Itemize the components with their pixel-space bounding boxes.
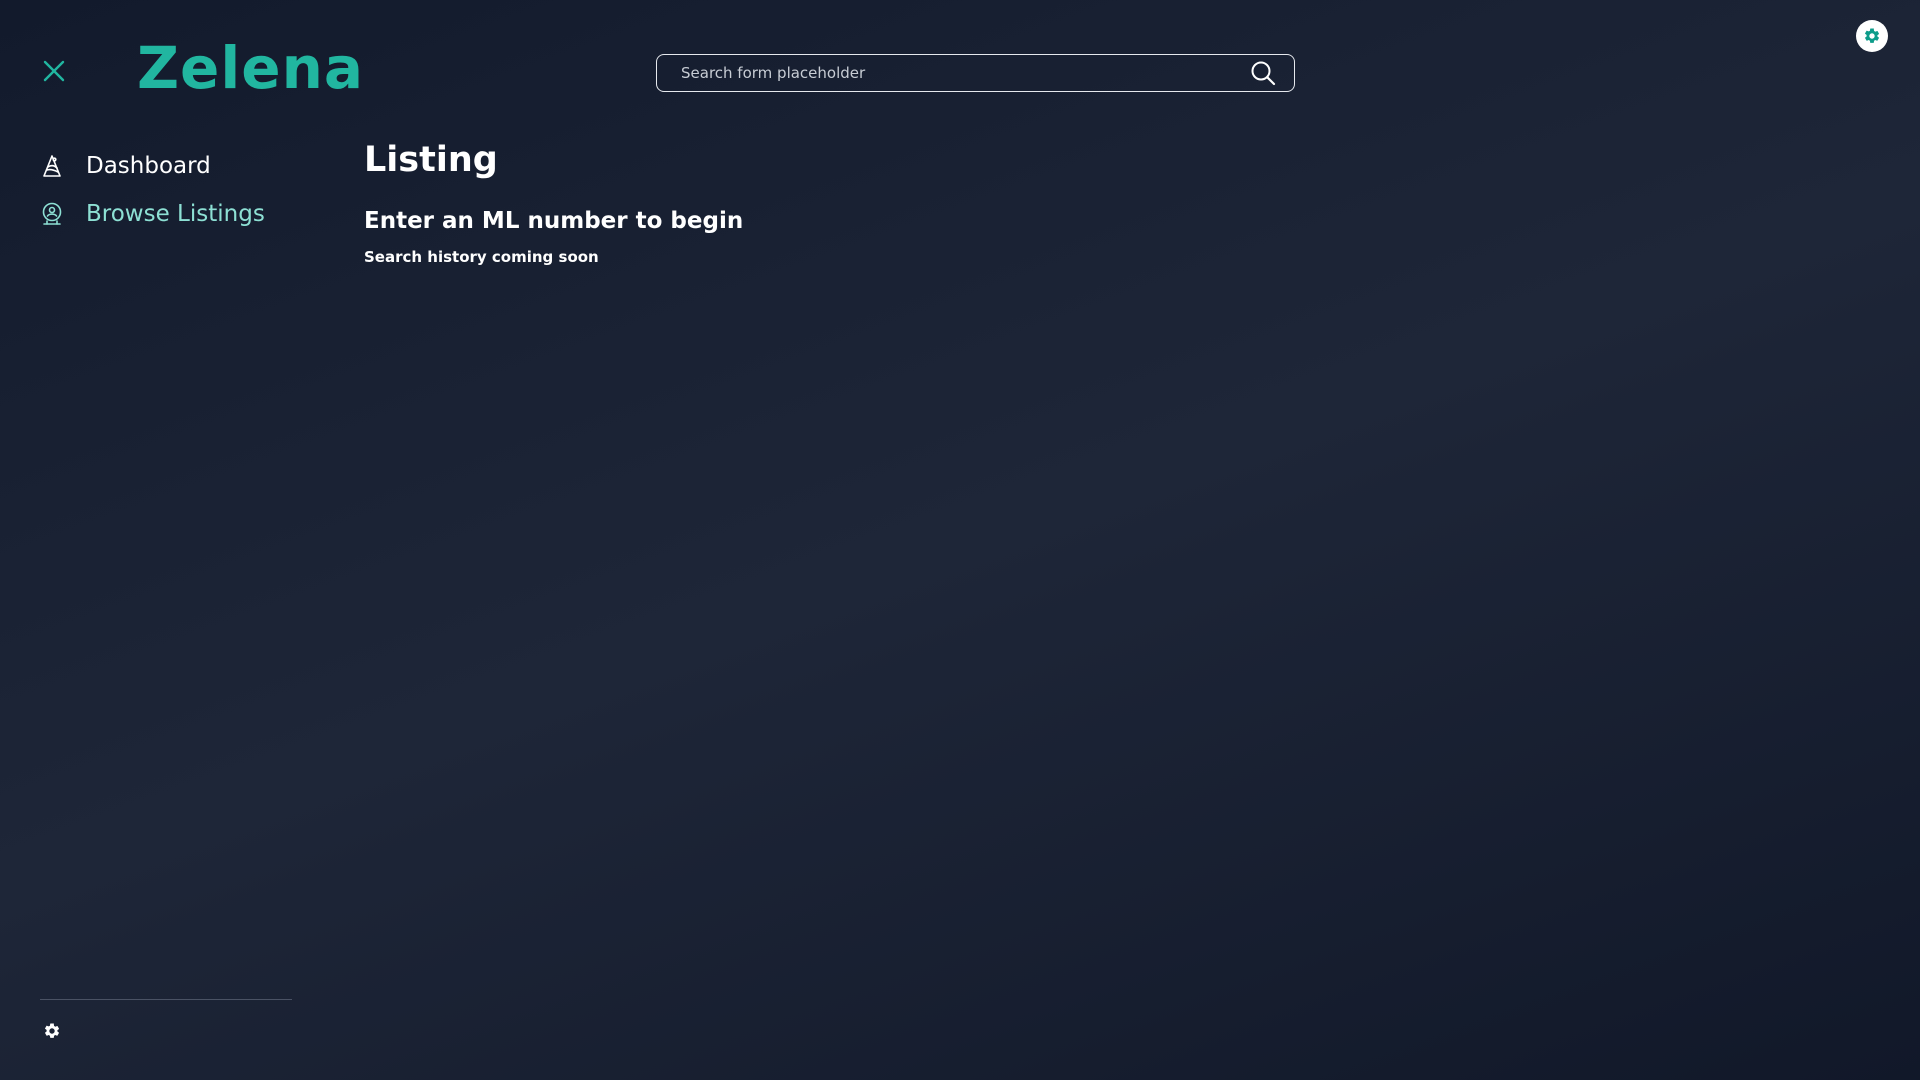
page-title: Listing — [364, 140, 498, 180]
search-form — [656, 54, 1295, 92]
sidebar-item-dashboard[interactable]: Dashboard — [38, 146, 298, 186]
gear-icon — [1864, 28, 1880, 43]
sidebar-item-label: Browse Listings — [86, 201, 265, 227]
sidebar-item-browse-listings[interactable]: Browse Listings — [38, 194, 298, 234]
rocket-icon — [38, 152, 66, 180]
page-subtitle: Enter an ML number to begin — [364, 208, 744, 234]
search-icon — [1251, 61, 1276, 86]
close-sidebar-button[interactable] — [38, 55, 70, 87]
search-input[interactable] — [657, 54, 1248, 92]
close-icon — [43, 60, 65, 82]
sidebar-divider — [40, 999, 292, 1000]
settings-button[interactable] — [40, 1019, 64, 1043]
sidebar-nav: Dashboard Browse Listings — [38, 146, 298, 242]
app-logo[interactable]: Zelena — [137, 34, 364, 102]
search-user-icon — [38, 200, 66, 228]
sidebar-item-label: Dashboard — [86, 153, 211, 179]
theme-toggle-button[interactable] — [1856, 20, 1888, 52]
gear-icon — [44, 1023, 60, 1038]
search-button[interactable] — [1248, 58, 1278, 88]
search-history-note: Search history coming soon — [364, 248, 599, 266]
